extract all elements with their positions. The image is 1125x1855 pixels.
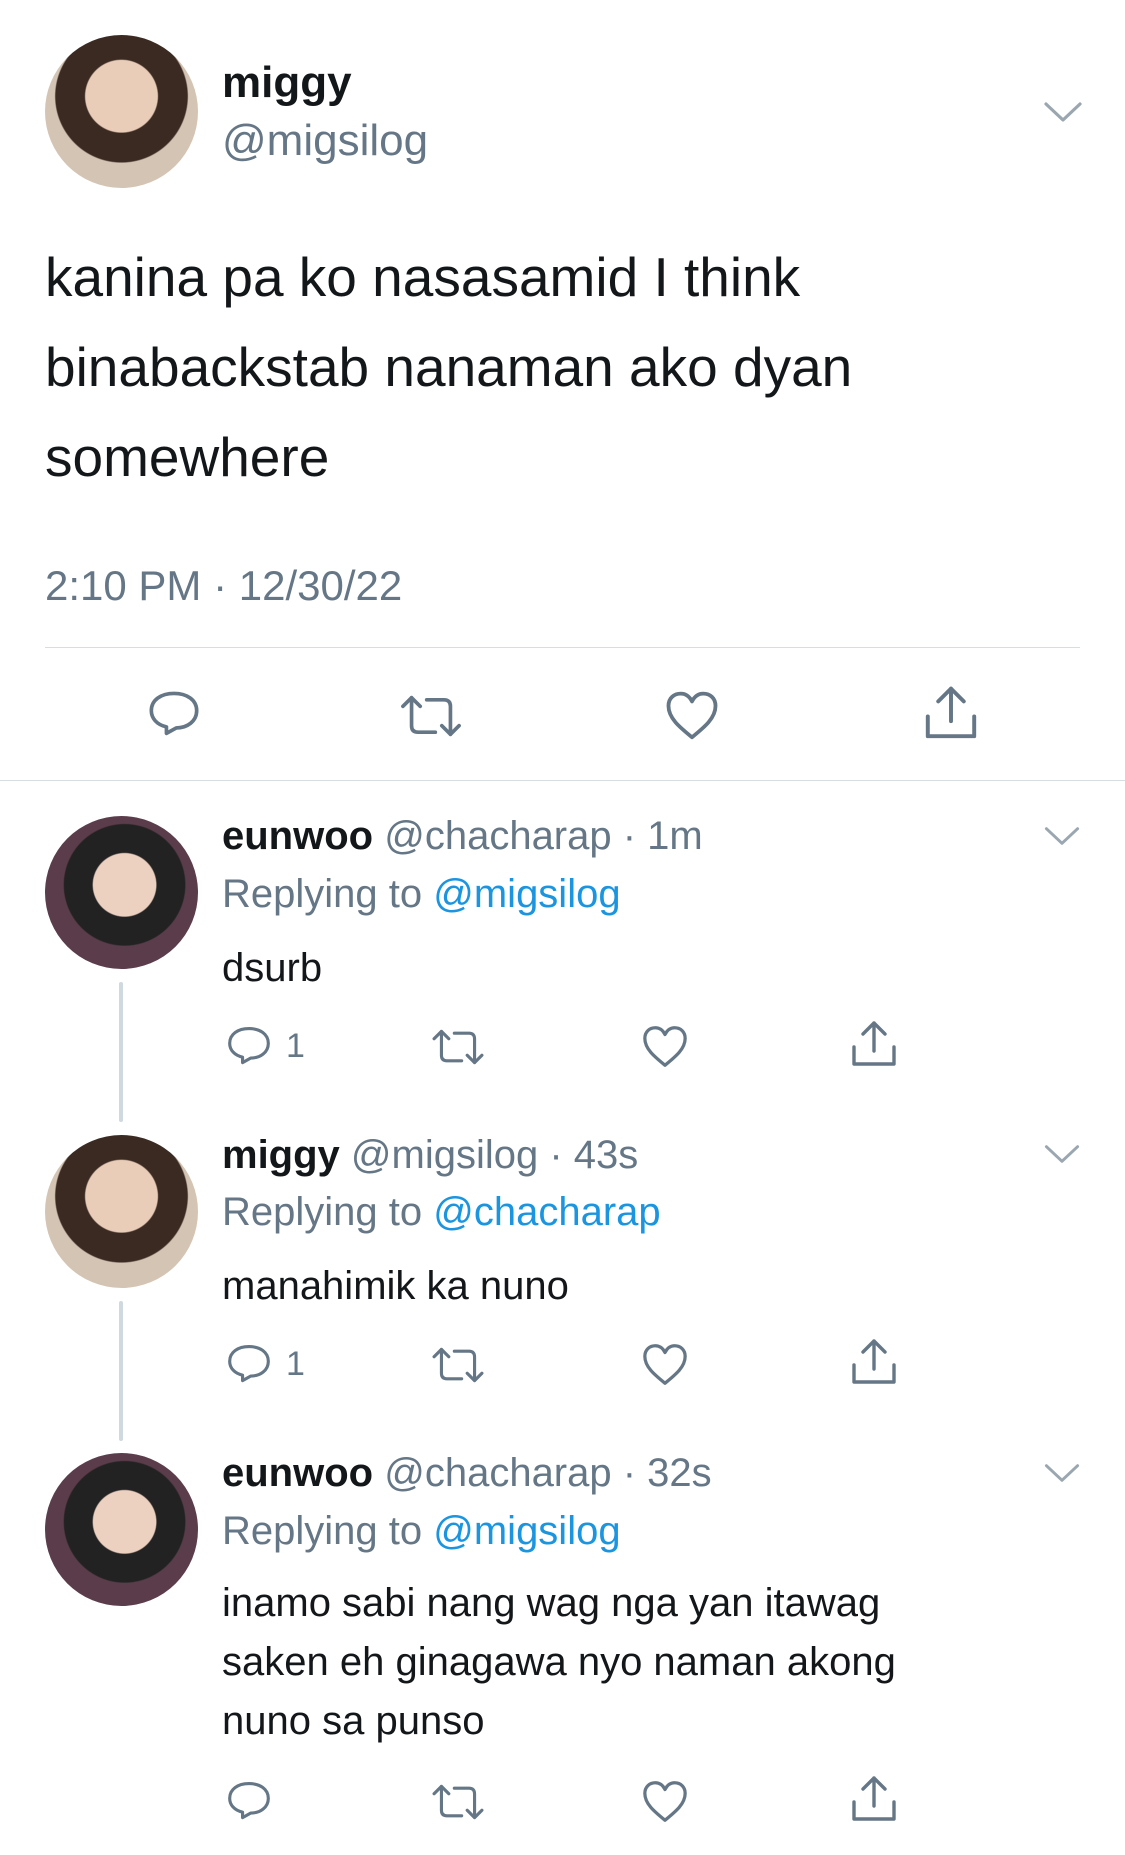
reply-meta: @migsilog · 43s xyxy=(350,1133,639,1177)
reply-text: manahimik ka nuno xyxy=(222,1257,1082,1316)
reply-text: dsurb xyxy=(222,939,1082,998)
reply-meta: @chacharap · 1m xyxy=(384,814,703,858)
thread-line xyxy=(119,982,123,1122)
reply-icon[interactable] xyxy=(226,1024,272,1070)
replying-to-label: Replying to xyxy=(222,1190,423,1234)
tweet-text: kanina pa ko nasasamid I think binabacks… xyxy=(45,232,1095,502)
reply-header: eunwoo @chacharap · 1m xyxy=(222,814,703,859)
replying-to-link[interactable]: @migsilog xyxy=(433,872,620,916)
reply-text-line: inamo sabi nang wag nga yan itawag xyxy=(222,1581,881,1625)
reply-icon[interactable] xyxy=(147,688,201,742)
replying-to-link[interactable]: @chacharap xyxy=(433,1190,660,1234)
reply-author-name[interactable]: miggy xyxy=(222,1133,340,1177)
reply-text-line: manahimik ka nuno xyxy=(222,1264,569,1308)
tweet-text-line: somewhere xyxy=(45,426,330,488)
reply-icon[interactable] xyxy=(226,1779,272,1825)
chevron-down-icon[interactable] xyxy=(1043,825,1081,847)
reply-header: eunwoo @chacharap · 32s xyxy=(222,1451,712,1496)
reply-text: inamo sabi nang wag nga yan itawag saken… xyxy=(222,1574,1102,1751)
reply-header: miggy @migsilog · 43s xyxy=(222,1133,638,1178)
reply-icon[interactable] xyxy=(226,1342,272,1388)
like-icon[interactable] xyxy=(641,1341,689,1389)
chevron-down-icon[interactable] xyxy=(1043,1143,1081,1165)
tweet-text-line: binabackstab nanaman ako dyan xyxy=(45,336,853,398)
divider xyxy=(45,647,1080,648)
replying-to: Replying to @migsilog xyxy=(222,1509,621,1554)
replying-to-label: Replying to xyxy=(222,1509,423,1553)
chevron-down-icon[interactable] xyxy=(1043,1462,1081,1484)
replying-to-link[interactable]: @migsilog xyxy=(433,1509,620,1553)
reply-meta: @chacharap · 32s xyxy=(384,1451,712,1495)
retweet-icon[interactable] xyxy=(398,689,464,743)
avatar[interactable] xyxy=(45,1135,198,1288)
retweet-icon[interactable] xyxy=(430,1779,486,1825)
chevron-down-icon[interactable] xyxy=(1043,100,1083,124)
avatar[interactable] xyxy=(45,35,198,188)
retweet-icon[interactable] xyxy=(430,1342,486,1388)
share-icon[interactable] xyxy=(849,1774,899,1824)
divider xyxy=(0,780,1125,781)
reply-text-line: nuno sa punso xyxy=(222,1699,485,1743)
like-icon[interactable] xyxy=(641,1778,689,1826)
reply-text-line: saken eh ginagawa nyo naman akong xyxy=(222,1640,896,1684)
author-name[interactable]: miggy xyxy=(222,58,352,108)
thread-line xyxy=(119,1301,123,1441)
share-icon[interactable] xyxy=(849,1019,899,1069)
avatar[interactable] xyxy=(45,1453,198,1606)
reply-count: 1 xyxy=(286,1345,305,1383)
replying-to: Replying to @migsilog xyxy=(222,872,621,917)
replying-to: Replying to @chacharap xyxy=(222,1190,661,1235)
share-icon[interactable] xyxy=(922,684,980,742)
like-icon[interactable] xyxy=(641,1023,689,1071)
share-icon[interactable] xyxy=(849,1337,899,1387)
reply-text-line: dsurb xyxy=(222,946,323,990)
replying-to-label: Replying to xyxy=(222,872,423,916)
reply-author-name[interactable]: eunwoo xyxy=(222,1451,373,1495)
avatar[interactable] xyxy=(45,816,198,969)
tweet-timestamp[interactable]: 2:10 PM · 12/30/22 xyxy=(45,562,402,610)
reply-count: 1 xyxy=(286,1027,305,1065)
like-icon[interactable] xyxy=(664,688,720,744)
author-handle[interactable]: @migsilog xyxy=(222,116,428,166)
tweet-text-line: kanina pa ko nasasamid I think xyxy=(45,246,801,308)
retweet-icon[interactable] xyxy=(430,1024,486,1070)
reply-author-name[interactable]: eunwoo xyxy=(222,814,373,858)
